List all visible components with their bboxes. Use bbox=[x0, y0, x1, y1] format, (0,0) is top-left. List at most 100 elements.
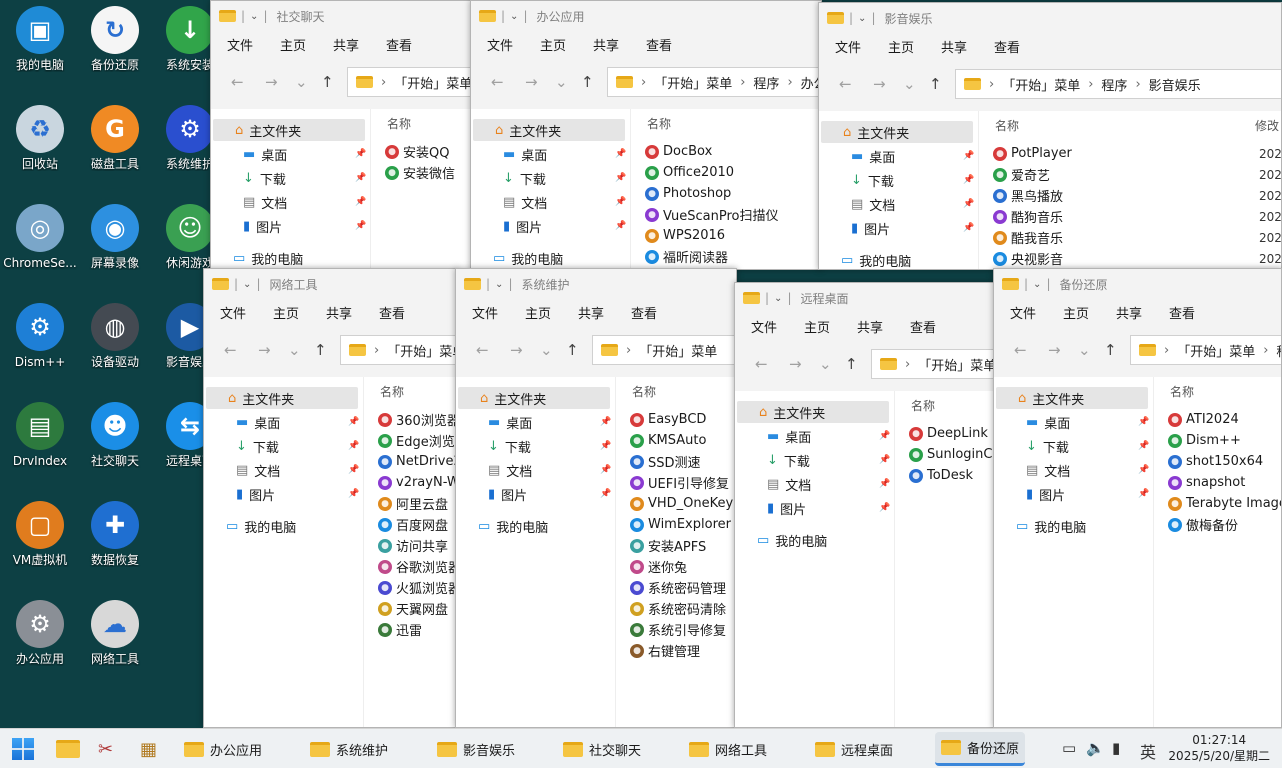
file-item[interactable]: ● VueScanPro扫描仪 bbox=[645, 204, 778, 225]
file-item[interactable]: ● 谷歌浏览器 bbox=[378, 556, 457, 577]
desktop-icon-device-driver[interactable]: ◍ 设备驱动 bbox=[75, 297, 155, 393]
file-item[interactable]: ● SSD测速 bbox=[630, 451, 701, 472]
file-item[interactable]: ● Photoshop bbox=[645, 183, 731, 204]
address-bar[interactable]: › 「开始」菜单 bbox=[340, 335, 457, 365]
column-header-name[interactable]: 名称 bbox=[911, 397, 935, 414]
ribbon-tab-share[interactable]: 共享 bbox=[333, 35, 359, 54]
up-icon[interactable]: ↑ bbox=[1104, 341, 1117, 359]
nav-item-my-computer[interactable]: ▭ 我的电脑 bbox=[841, 249, 911, 270]
nav-item-home[interactable]: ⌂ 主文件夹 bbox=[996, 387, 1148, 409]
nav-item-pictures[interactable]: ▮ 图片 📌 bbox=[1026, 483, 1149, 505]
nav-item-home[interactable]: ⌂ 主文件夹 bbox=[458, 387, 610, 409]
recent-chevron-icon[interactable]: ⌄ bbox=[540, 341, 553, 359]
up-icon[interactable]: ↑ bbox=[929, 75, 942, 93]
back-icon[interactable]: ← bbox=[491, 73, 504, 91]
title-bar[interactable]: | ⌄ | 办公应用 bbox=[471, 1, 821, 31]
file-item[interactable]: ● NetDrive2 bbox=[378, 451, 457, 472]
battery-icon[interactable]: ▮ bbox=[1112, 739, 1120, 757]
nav-item-home[interactable]: ⌂ 主文件夹 bbox=[206, 387, 358, 409]
back-icon[interactable]: ← bbox=[1014, 341, 1027, 359]
file-item[interactable]: ● VHD_OneKey bbox=[630, 493, 733, 514]
desktop-icon-data-recovery[interactable]: ✚ 数据恢复 bbox=[75, 495, 155, 591]
breadcrumb-start-menu[interactable]: 「开始」菜单 bbox=[918, 355, 995, 374]
file-item[interactable]: ● 酷我音乐 2025 bbox=[993, 227, 1281, 248]
file-item[interactable]: ● 系统密码清除 bbox=[630, 598, 726, 619]
nav-item-downloads[interactable]: ↓ 下载 📌 bbox=[488, 435, 611, 457]
chevron-down-icon[interactable]: ⌄ bbox=[250, 11, 258, 22]
desktop-icon-screen-record[interactable]: ◉ 屏幕录像 bbox=[75, 198, 155, 294]
column-header-name[interactable]: 名称 bbox=[387, 115, 411, 132]
recent-chevron-icon[interactable]: ⌄ bbox=[819, 355, 832, 373]
recent-chevron-icon[interactable]: ⌄ bbox=[903, 75, 916, 93]
ribbon-tab-home[interactable]: 主页 bbox=[1063, 303, 1089, 322]
ribbon-tab-home[interactable]: 主页 bbox=[540, 35, 566, 54]
nav-item-documents[interactable]: ▤ 文档 📌 bbox=[503, 191, 626, 213]
taskbar-network-tools[interactable]: 网络工具 bbox=[689, 736, 767, 762]
ribbon-tab-view[interactable]: 查看 bbox=[994, 37, 1020, 56]
file-item[interactable]: ● 360浏览器 bbox=[378, 409, 457, 430]
file-item[interactable]: ● DeepLink bbox=[909, 423, 988, 444]
forward-icon[interactable]: → bbox=[510, 341, 523, 359]
ribbon-tab-share[interactable]: 共享 bbox=[578, 303, 604, 322]
ribbon-tab-view[interactable]: 查看 bbox=[910, 317, 936, 336]
nav-item-desktop[interactable]: ▬ 桌面 📌 bbox=[488, 411, 611, 433]
back-icon[interactable]: ← bbox=[224, 341, 237, 359]
nav-item-pictures[interactable]: ▮ 图片 📌 bbox=[488, 483, 611, 505]
file-item[interactable]: ● Office2010 bbox=[645, 162, 734, 183]
file-item[interactable]: ● Edge浏览 bbox=[378, 430, 455, 451]
ribbon-tab-file[interactable]: 文件 bbox=[472, 303, 498, 322]
forward-icon[interactable]: → bbox=[265, 73, 278, 91]
desktop-icon-chrome-setup[interactable]: ◎ ChromeSe... bbox=[0, 198, 80, 294]
title-bar[interactable]: | ⌄ | 系统维护 bbox=[456, 269, 736, 299]
chevron-down-icon[interactable]: ⌄ bbox=[1033, 279, 1041, 290]
file-item[interactable]: ● 系统密码管理 bbox=[630, 577, 726, 598]
desktop-icon-backup-restore[interactable]: ↻ 备份还原 bbox=[75, 0, 155, 96]
file-item[interactable]: ● ToDesk bbox=[909, 465, 973, 486]
file-item[interactable]: ● Terabyte Image bbox=[1168, 493, 1281, 514]
forward-icon[interactable]: → bbox=[789, 355, 802, 373]
taskbar-backup-restore[interactable]: 备份还原 bbox=[935, 732, 1026, 766]
file-item[interactable]: ● PotPlayer 2025 bbox=[993, 143, 1281, 164]
breadcrumb-start-menu[interactable]: 「开始」菜单 bbox=[1177, 341, 1255, 360]
address-bar[interactable]: › 「开始」菜单 › 程序 › 影音娱乐 bbox=[955, 69, 1281, 99]
file-item[interactable]: ● 迅雷 bbox=[378, 619, 422, 640]
breadcrumb-programs[interactable]: 程序 bbox=[1101, 75, 1127, 94]
breadcrumb-programs[interactable]: 程序 bbox=[753, 73, 779, 92]
file-item[interactable]: ● ATI2024 bbox=[1168, 409, 1239, 430]
desktop-icon-office-apps[interactable]: ⚙ 办公应用 bbox=[0, 594, 80, 690]
taskbar-system-maintenance[interactable]: 系统维护 bbox=[310, 736, 388, 762]
file-item[interactable]: ● 黑鸟播放 2025 bbox=[993, 185, 1281, 206]
nav-item-desktop[interactable]: ▬ 桌面 📌 bbox=[1026, 411, 1149, 433]
chevron-down-icon[interactable]: ⌄ bbox=[510, 11, 518, 22]
forward-icon[interactable]: → bbox=[258, 341, 271, 359]
volume-icon[interactable]: 🔈 bbox=[1086, 739, 1105, 757]
file-item[interactable]: ● KMSAuto bbox=[630, 430, 706, 451]
desktop-icon-dism[interactable]: ⚙ Dism++ bbox=[0, 297, 80, 393]
chevron-down-icon[interactable]: ⌄ bbox=[495, 279, 503, 290]
file-item[interactable]: ● 福昕阅读器 bbox=[645, 246, 728, 267]
file-item[interactable]: ● 酷狗音乐 2025 bbox=[993, 206, 1281, 227]
taskbar-social-chat[interactable]: 社交聊天 bbox=[563, 736, 641, 762]
ribbon-tab-file[interactable]: 文件 bbox=[220, 303, 246, 322]
column-header-name[interactable]: 名称 bbox=[380, 383, 404, 400]
tool-app-button[interactable]: ✂ bbox=[98, 736, 113, 762]
file-item[interactable]: ● WimExplorer bbox=[630, 514, 731, 535]
ribbon-tab-home[interactable]: 主页 bbox=[273, 303, 299, 322]
ribbon-tab-home[interactable]: 主页 bbox=[525, 303, 551, 322]
title-bar[interactable]: | ⌄ | 远程桌面 bbox=[735, 283, 995, 313]
ribbon-tab-home[interactable]: 主页 bbox=[804, 317, 830, 336]
ribbon-tab-share[interactable]: 共享 bbox=[857, 317, 883, 336]
forward-icon[interactable]: → bbox=[525, 73, 538, 91]
up-icon[interactable]: ↑ bbox=[581, 73, 594, 91]
nav-item-desktop[interactable]: ▬ 桌面 📌 bbox=[503, 143, 626, 165]
breadcrumb-programs[interactable]: 程序 bbox=[1276, 341, 1281, 360]
column-header-name[interactable]: 名称 bbox=[995, 117, 1019, 134]
file-item[interactable]: ● 傲梅备份 bbox=[1168, 514, 1238, 535]
file-item[interactable]: ● v2rayN-W bbox=[378, 472, 457, 493]
file-item[interactable]: ● 爱奇艺 2025 bbox=[993, 164, 1281, 185]
nav-item-pictures[interactable]: ▮ 图片 📌 bbox=[243, 215, 366, 237]
ribbon-tab-view[interactable]: 查看 bbox=[379, 303, 405, 322]
nav-item-documents[interactable]: ▤ 文档 📌 bbox=[851, 193, 974, 215]
desktop-icon-my-computer[interactable]: ▣ 我的电脑 bbox=[0, 0, 80, 96]
breadcrumb-start-menu[interactable]: 「开始」菜单 bbox=[394, 73, 471, 92]
